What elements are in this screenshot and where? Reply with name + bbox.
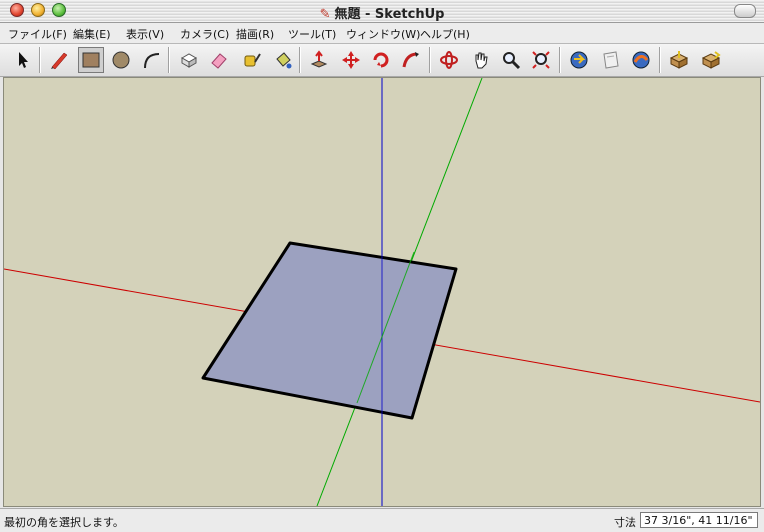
rotate-tool-button[interactable]	[368, 47, 394, 73]
toolbar-toggle-button[interactable]	[734, 4, 756, 18]
tape-measure-tool-button[interactable]	[238, 47, 264, 73]
zoom-icon	[503, 52, 521, 70]
pencil-line-icon	[51, 52, 68, 70]
toolbar-separator	[299, 47, 301, 73]
drawing-viewport[interactable]	[3, 77, 761, 507]
walkthrough-icon	[632, 51, 650, 69]
rotate-icon	[373, 52, 389, 68]
eraser-icon	[211, 53, 227, 69]
next-view-button[interactable]	[598, 47, 624, 73]
circle-icon	[112, 51, 130, 69]
menu-tools[interactable]: ツール(T)	[288, 26, 336, 42]
zoom-extents-tool-button[interactable]	[528, 47, 554, 73]
status-bar: 最初の角を選択します。 寸法 37 3/16", 41 11/16"	[0, 508, 764, 532]
move-icon	[342, 51, 360, 69]
arc-icon	[144, 53, 160, 69]
orbit-tool-button[interactable]	[436, 47, 462, 73]
sketchup-window: ✎ 無題 - SketchUp ファイル(F) 編集(E) 表示(V) カメラ(C…	[0, 0, 764, 532]
follow-me-tool-button[interactable]	[398, 47, 424, 73]
arc-tool-button[interactable]	[138, 47, 164, 73]
previous-view-icon	[570, 51, 588, 69]
follow-me-icon	[402, 52, 419, 68]
menu-bar: ファイル(F) 編集(E) 表示(V) カメラ(C) 描画(R) ツール(T) …	[0, 23, 764, 44]
paint-bucket-icon	[276, 52, 292, 69]
status-message: 最初の角を選択します。	[4, 516, 124, 529]
circle-tool-button[interactable]	[108, 47, 134, 73]
title-bar[interactable]: ✎ 無題 - SketchUp	[0, 0, 764, 23]
menu-draw[interactable]: 描画(R)	[236, 26, 274, 42]
measurements-input[interactable]: 37 3/16", 41 11/16"	[640, 512, 758, 528]
paint-bucket-tool-button[interactable]	[270, 47, 296, 73]
zoom-tool-button[interactable]	[498, 47, 524, 73]
rectangle-tool-button[interactable]	[78, 47, 104, 73]
toolbar-separator	[659, 47, 661, 73]
zoom-extents-icon	[532, 51, 550, 69]
tool-bar	[0, 44, 764, 77]
orbit-icon	[440, 51, 458, 69]
toolbar-separator	[168, 47, 170, 73]
get-models-icon	[669, 51, 689, 69]
model-canvas[interactable]	[4, 78, 760, 506]
rectangle-face[interactable]	[201, 241, 458, 420]
menu-edit[interactable]: 編集(E)	[73, 26, 111, 42]
toolbar-separator	[39, 47, 41, 73]
make-component-tool-button[interactable]	[176, 47, 202, 73]
move-tool-button[interactable]	[338, 47, 364, 73]
window-title-text: 無題 - SketchUp	[334, 7, 445, 22]
toolbar-separator	[429, 47, 431, 73]
menu-help[interactable]: ヘルプ(H)	[420, 26, 470, 42]
previous-view-button[interactable]	[566, 47, 592, 73]
menu-view[interactable]: 表示(V)	[126, 26, 164, 42]
push-pull-icon	[310, 50, 328, 68]
pencil-icon: ✎	[319, 7, 331, 22]
share-model-button[interactable]	[698, 47, 724, 73]
push-pull-tool-button[interactable]	[306, 47, 332, 73]
tape-measure-icon	[244, 53, 261, 67]
window-title: ✎ 無題 - SketchUp	[0, 3, 764, 22]
measurements-label: 寸法	[614, 516, 636, 529]
menu-camera[interactable]: カメラ(C)	[180, 26, 229, 42]
get-models-button[interactable]	[666, 47, 692, 73]
make-component-icon	[180, 53, 198, 68]
toolbar-separator	[559, 47, 561, 73]
pan-tool-button[interactable]	[468, 47, 494, 73]
walkthrough-button[interactable]	[628, 47, 654, 73]
next-view-icon	[603, 51, 619, 69]
menu-file[interactable]: ファイル(F)	[8, 26, 67, 42]
rectangle-icon	[82, 52, 100, 68]
eraser-tool-button[interactable]	[206, 47, 232, 73]
select-tool-button[interactable]	[10, 47, 36, 73]
select-arrow-icon	[19, 52, 28, 68]
line-tool-button[interactable]	[46, 47, 72, 73]
menu-window[interactable]: ウィンドウ(W)	[346, 26, 420, 42]
share-model-icon	[701, 51, 721, 69]
pan-hand-icon	[475, 52, 488, 69]
